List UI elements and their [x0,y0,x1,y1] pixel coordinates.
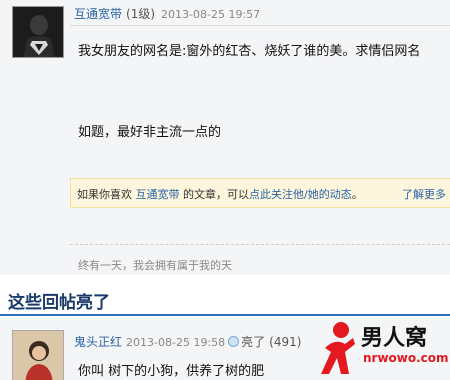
reply-avatar[interactable] [12,330,64,380]
post-time: 2013-08-25 19:57 [161,8,261,21]
light-label[interactable]: 亮了 [241,335,265,349]
follow-user-link[interactable]: 互通宽带 [136,188,180,201]
post-body-line1: 我女朋友的网名是:窗外的红杏、烧妖了谁的美。求情侣网名 [78,44,421,59]
light-bulb-icon[interactable] [228,336,240,347]
follow-prefix: 如果你喜欢 [77,188,132,201]
reply-username[interactable]: 鬼头正红 [74,335,122,349]
follow-suffix: 。 [351,188,363,201]
follow-link[interactable]: 点此关注他/她的动态 [249,188,352,201]
signature: 终有一天，我会拥有属于我的天 [78,259,232,272]
reply-header: 鬼头正红 2013-08-25 19:58 亮了 (491) [74,333,301,350]
avatar[interactable] [12,6,64,58]
person-avatar-icon [13,331,63,380]
post-header: 互通宽带 (1级) 2013-08-25 19:57 [74,5,260,22]
reply-time: 2013-08-25 19:58 [126,336,226,349]
watermark-url: nrwowo.com [363,351,449,365]
learn-more-link[interactable]: 了解更多 [402,186,446,202]
user-level: (1级) [126,7,156,21]
reply-body: 你叫 树下的小狗，供养了树的肥 [78,364,265,379]
post-body-line2: 如题，最好非主流一点的 [78,125,222,140]
follow-mid: 的文章，可以 [183,188,249,201]
light-count: (491) [269,335,302,349]
post-card: 互通宽带 (1级) 2013-08-25 19:57 我女朋友的网名是:窗外的红杏、… [0,0,450,275]
hot-replies-header: 这些回帖亮了 [0,282,450,316]
watermark: 男人窝 nrwowo.com [315,318,450,380]
watermark-text: 男人窝 [361,326,428,351]
logo-figure-icon [321,322,355,374]
follow-notice: 如果你喜欢 互通宽带 的文章，可以点此关注他/她的动态。 了解更多 [70,178,450,208]
post-username[interactable]: 互通宽带 [74,7,122,21]
signature-divider [70,244,450,245]
hot-replies-title: 这些回帖亮了 [8,293,110,313]
superman-avatar-icon [13,7,63,57]
header-divider [70,25,450,26]
